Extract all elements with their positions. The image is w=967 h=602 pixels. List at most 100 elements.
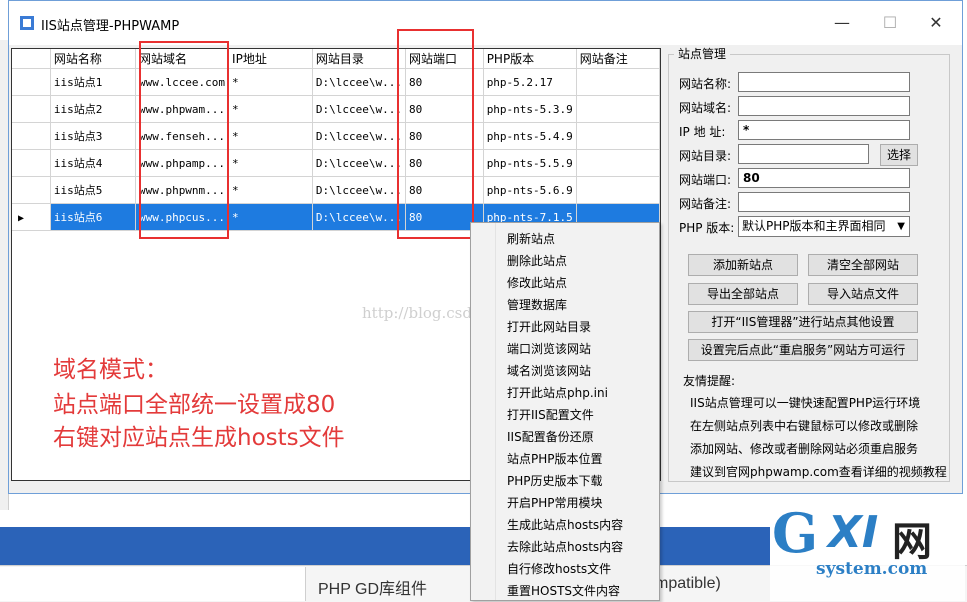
cell-ip[interactable]: * — [228, 95, 313, 123]
menu-item-enable-php-modules[interactable]: 开启PHP常用模块 — [507, 494, 603, 511]
row-header[interactable] — [12, 149, 51, 177]
label-site-directory: 网站目录: — [679, 149, 732, 163]
title-bar: IIS站点管理-PHPWAMP — ☐ ✕ — [9, 1, 962, 45]
column-header-php[interactable]: PHP版本 — [483, 49, 577, 69]
cell-ip[interactable]: * — [228, 68, 313, 96]
cell-name[interactable]: iis站点2 — [50, 95, 136, 123]
gxi-logo: G XI 网 system.com — [770, 501, 965, 601]
cell-ip[interactable]: * — [228, 203, 313, 231]
menu-item-open-iis-config[interactable]: 打开IIS配置文件 — [507, 406, 594, 423]
cell-domain[interactable]: www.fenseh... — [135, 122, 230, 150]
table-row[interactable]: iis站点3 www.fenseh... * D:\lccee\w... 80 … — [12, 122, 660, 150]
cell-domain[interactable]: www.phpwam... — [135, 95, 230, 123]
cell-port[interactable]: 80 — [405, 176, 484, 204]
menu-item-generate-hosts[interactable]: 生成此站点hosts内容 — [507, 516, 623, 533]
menu-item-refresh[interactable]: 刷新站点 — [507, 230, 555, 247]
menu-item-reset-hosts[interactable]: 重置HOSTS文件内容 — [507, 582, 620, 599]
site-domain-input[interactable] — [738, 96, 910, 116]
cell-port[interactable]: 80 — [405, 95, 484, 123]
cell-name[interactable]: iis站点3 — [50, 122, 136, 150]
menu-item-delete-site[interactable]: 删除此站点 — [507, 252, 567, 269]
row-header-current[interactable]: ▶ — [12, 203, 51, 231]
cell-php[interactable]: php-nts-5.5.9 — [483, 149, 577, 177]
background-bottom-cell — [0, 567, 306, 601]
menu-item-edit-site[interactable]: 修改此站点 — [507, 274, 567, 291]
cell-note[interactable] — [576, 68, 660, 96]
browse-directory-button[interactable]: 选择 — [880, 144, 918, 166]
cell-php[interactable]: php-5.2.17 — [483, 68, 577, 96]
menu-item-open-site-directory[interactable]: 打开此网站目录 — [507, 318, 591, 335]
logo-system: system.com — [816, 559, 928, 579]
cell-ip[interactable]: * — [228, 149, 313, 177]
import-sites-button[interactable]: 导入站点文件 — [808, 283, 918, 305]
minimize-button[interactable]: — — [827, 11, 857, 35]
site-port-input[interactable]: 80 — [738, 168, 910, 188]
export-sites-button[interactable]: 导出全部站点 — [688, 283, 798, 305]
tip-line: 添加网站、修改或者删除网站必须重启服务 — [690, 442, 919, 456]
cell-name[interactable]: iis站点4 — [50, 149, 136, 177]
cell-note[interactable] — [576, 149, 660, 177]
cell-name[interactable]: iis站点5 — [50, 176, 136, 204]
menu-item-open-php-ini[interactable]: 打开此站点php.ini — [507, 384, 608, 401]
cell-name[interactable]: iis站点6 — [50, 203, 136, 231]
cell-note[interactable] — [576, 95, 660, 123]
cell-port[interactable]: 80 — [405, 122, 484, 150]
column-header-ip[interactable]: IP地址 — [228, 49, 313, 69]
close-button[interactable]: ✕ — [921, 11, 951, 35]
menu-item-browse-by-port[interactable]: 端口浏览该网站 — [507, 340, 591, 357]
table-row[interactable]: iis站点5 www.phpwnm... * D:\lccee\w... 80 … — [12, 176, 660, 204]
menu-item-remove-hosts[interactable]: 去除此站点hosts内容 — [507, 538, 623, 555]
row-header[interactable] — [12, 95, 51, 123]
cell-php[interactable]: php-nts-5.3.9 — [483, 95, 577, 123]
row-header[interactable] — [12, 176, 51, 204]
cell-domain[interactable]: www.phpcus... — [135, 203, 230, 231]
site-name-input[interactable] — [738, 72, 910, 92]
column-header-note[interactable]: 网站备注 — [576, 49, 660, 69]
php-version-select[interactable]: 默认PHP版本和主界面相同 ▼ — [738, 216, 910, 237]
table-row[interactable]: iis站点2 www.phpwam... * D:\lccee\w... 80 … — [12, 95, 660, 123]
cell-php[interactable]: php-nts-5.4.9 — [483, 122, 577, 150]
row-header[interactable] — [12, 68, 51, 96]
clear-all-sites-button[interactable]: 清空全部网站 — [808, 254, 918, 276]
cell-directory[interactable]: D:\lccee\w... — [312, 176, 406, 204]
label-site-domain: 网站域名: — [679, 101, 732, 115]
row-header[interactable] — [12, 122, 51, 150]
menu-item-browse-by-domain[interactable]: 域名浏览该网站 — [507, 362, 591, 379]
maximize-button[interactable]: ☐ — [875, 11, 905, 35]
cell-note[interactable] — [576, 122, 660, 150]
menu-item-manage-database[interactable]: 管理数据库 — [507, 296, 567, 313]
menu-item-php-version-location[interactable]: 站点PHP版本位置 — [507, 450, 603, 467]
column-header-port[interactable]: 网站端口 — [405, 49, 484, 69]
cell-ip[interactable]: * — [228, 122, 313, 150]
cell-domain[interactable]: www.phpwnm... — [135, 176, 230, 204]
restart-service-button[interactable]: 设置完后点此“重启服务”网站方可运行 — [688, 339, 918, 361]
cell-name[interactable]: iis站点1 — [50, 68, 136, 96]
table-row[interactable]: iis站点1 www.lccee.com * D:\lccee\w... 80 … — [12, 68, 660, 96]
ip-address-input[interactable]: * — [738, 120, 910, 140]
cell-directory[interactable]: D:\lccee\w... — [312, 203, 406, 231]
menu-item-iis-backup-restore[interactable]: IIS配置备份还原 — [507, 428, 594, 445]
cell-php[interactable]: php-nts-5.6.9 — [483, 176, 577, 204]
add-site-button[interactable]: 添加新站点 — [688, 254, 798, 276]
cell-directory[interactable]: D:\lccee\w... — [312, 149, 406, 177]
menu-item-php-history-download[interactable]: PHP历史版本下载 — [507, 472, 603, 489]
cell-port[interactable]: 80 — [405, 68, 484, 96]
open-iis-manager-button[interactable]: 打开“IIS管理器”进行站点其他设置 — [688, 311, 918, 333]
cell-note[interactable] — [576, 176, 660, 204]
cell-directory[interactable]: D:\lccee\w... — [312, 95, 406, 123]
cell-domain[interactable]: www.lccee.com — [135, 68, 230, 96]
label-site-note: 网站备注: — [679, 197, 732, 211]
site-directory-input[interactable] — [738, 144, 869, 164]
menu-item-edit-hosts-file[interactable]: 自行修改hosts文件 — [507, 560, 611, 577]
column-header-domain[interactable]: 网站域名 — [135, 49, 230, 69]
background-gd-label: PHP GD库组件 — [318, 581, 428, 598]
site-note-input[interactable] — [738, 192, 910, 212]
cell-port[interactable]: 80 — [405, 149, 484, 177]
table-row[interactable]: iis站点4 www.phpamp... * D:\lccee\w... 80 … — [12, 149, 660, 177]
column-header-name[interactable]: 网站名称 — [50, 49, 136, 69]
cell-ip[interactable]: * — [228, 176, 313, 204]
cell-domain[interactable]: www.phpamp... — [135, 149, 230, 177]
cell-directory[interactable]: D:\lccee\w... — [312, 68, 406, 96]
column-header-directory[interactable]: 网站目录 — [312, 49, 406, 69]
cell-directory[interactable]: D:\lccee\w... — [312, 122, 406, 150]
